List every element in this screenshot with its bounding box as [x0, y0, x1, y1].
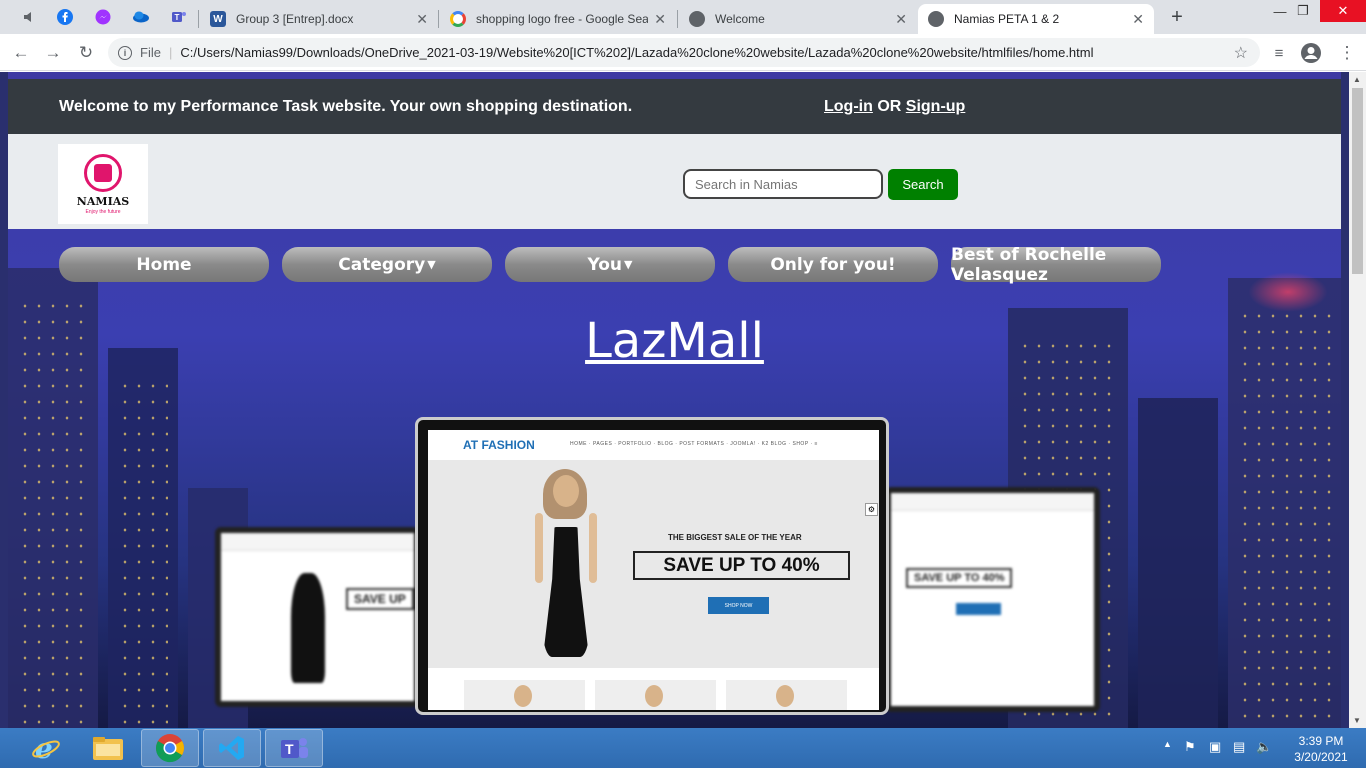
reading-list-icon[interactable]: ≡ — [1268, 42, 1290, 64]
close-icon[interactable]: ✕ — [654, 11, 666, 28]
back-icon[interactable]: ← — [10, 42, 32, 64]
word-icon: W — [210, 11, 226, 27]
nav-you[interactable]: You ▼ — [505, 247, 715, 282]
gear-icon: ⚙ — [865, 503, 878, 516]
browser-toolbar: ← → ↻ i File | C:/Users/Namias99/Downloa… — [0, 34, 1366, 71]
mockup-shop-button: SHOP NOW — [708, 597, 769, 614]
browser-tab-strip: T W Group 3 [Entrep].docx ✕ shopping log… — [0, 0, 1366, 34]
mockup-logo: AT FASHION — [463, 438, 535, 452]
speaker-icon[interactable] — [18, 6, 40, 28]
close-icon[interactable]: ✕ — [895, 11, 907, 28]
teams-icon[interactable]: T — [265, 729, 323, 767]
mockup-hero: THE BIGGEST SALE OF THE YEAR SAVE UP TO … — [428, 460, 879, 668]
nav-label: Home — [136, 254, 192, 275]
nav-home[interactable]: Home — [59, 247, 269, 282]
nav-category[interactable]: Category ▼ — [282, 247, 492, 282]
mockup-biggest-sale: THE BIGGEST SALE OF THE YEAR — [668, 533, 802, 542]
close-icon[interactable]: ✕ — [416, 11, 428, 28]
onedrive-icon[interactable] — [130, 6, 152, 28]
facebook-icon[interactable] — [54, 6, 76, 28]
search-button[interactable]: Search — [888, 169, 958, 200]
network-icon[interactable]: ▤ — [1233, 739, 1245, 755]
chevron-down-icon: ▼ — [624, 258, 633, 271]
action-center-flag-icon[interactable]: ⚑ — [1184, 739, 1196, 755]
login-link[interactable]: Log-in — [824, 98, 873, 115]
nav-label: Only for you! — [770, 254, 896, 275]
reload-icon[interactable]: ↻ — [75, 42, 97, 64]
svg-text:T: T — [285, 741, 294, 757]
nav-label: Category — [338, 254, 426, 275]
signup-link[interactable]: Sign-up — [906, 98, 966, 115]
scroll-down-icon[interactable]: ▼ — [1353, 716, 1361, 725]
scrollbar-thumb[interactable] — [1352, 88, 1363, 274]
mockup-menu: HOME · PAGES · PORTFOLIO · BLOG · POST F… — [570, 441, 818, 447]
close-icon[interactable]: ✕ — [1132, 11, 1144, 28]
tablet-mockup-right: SAVE UP TO 40% — [885, 487, 1100, 712]
url-text[interactable]: C:/Users/Namias99/Downloads/OneDrive_202… — [180, 45, 1233, 60]
globe-icon — [689, 11, 705, 27]
auth-links: Log-in OR Sign-up — [824, 98, 965, 116]
clock-time: 3:39 PM — [1298, 734, 1344, 748]
logo-tagline: Enjoy the future — [85, 208, 121, 215]
chevron-down-icon: ▼ — [427, 258, 436, 271]
messenger-icon[interactable] — [92, 6, 114, 28]
tab-welcome[interactable]: Welcome ✕ — [679, 4, 917, 34]
info-icon[interactable]: i — [118, 45, 132, 60]
globe-icon — [928, 11, 944, 27]
vertical-scrollbar[interactable]: ▲ ▼ — [1349, 72, 1366, 728]
search-input[interactable] — [683, 169, 883, 199]
tab-google-search[interactable]: shopping logo free - Google Sea ✕ — [440, 4, 676, 34]
bookmark-star-icon[interactable]: ☆ — [1234, 43, 1248, 63]
chrome-icon[interactable] — [141, 729, 199, 767]
top-welcome-bar: Welcome to my Performance Task website. … — [8, 79, 1341, 134]
ie-icon[interactable]: e — [17, 729, 75, 767]
web-page: Welcome to my Performance Task website. … — [0, 72, 1366, 728]
nav-label: Best of Rochelle Velasquez — [951, 244, 1107, 285]
lazmall-heading[interactable]: LazMall — [0, 313, 1349, 369]
tab-group3-docx[interactable]: W Group 3 [Entrep].docx ✕ — [200, 4, 438, 34]
tab-title: Namias PETA 1 & 2 — [954, 12, 1060, 26]
file-explorer-icon[interactable] — [79, 729, 137, 767]
address-bar[interactable]: i File | C:/Users/Namias99/Downloads/One… — [108, 38, 1260, 67]
close-window-icon[interactable]: ✕ — [1320, 0, 1366, 22]
or-text: OR — [877, 98, 902, 115]
laptop-mockup: AT FASHION HOME · PAGES · PORTFOLIO · BL… — [415, 417, 889, 715]
teams-icon[interactable]: T — [168, 6, 190, 28]
tab-title: shopping logo free - Google Sea — [476, 12, 649, 26]
nav-label: You — [587, 254, 623, 275]
taskbar-clock[interactable]: 3:39 PM 3/20/2021 — [1286, 733, 1356, 765]
tab-title: Group 3 [Entrep].docx — [236, 12, 354, 26]
device-icon[interactable]: ▣ — [1209, 739, 1221, 755]
menu-dots-icon[interactable]: ⋮ — [1336, 42, 1358, 64]
tab-title: Welcome — [715, 12, 765, 26]
volume-icon[interactable]: 🔈 — [1256, 739, 1272, 755]
mockup-save-text: SAVE UP TO 40% — [633, 551, 850, 580]
shopping-bag-icon — [84, 153, 122, 192]
show-hidden-icons-icon[interactable]: ▲ — [1163, 739, 1172, 749]
file-label: File — [140, 45, 161, 60]
tab-namias-peta[interactable]: Namias PETA 1 & 2 ✕ — [918, 4, 1154, 34]
logo-name: NAMIAS — [76, 194, 130, 208]
google-icon — [450, 11, 466, 27]
windows-taskbar: e T ▲ ⚑ ▣ ▤ 🔈 3:39 PM 3/20/2021 — [0, 728, 1366, 768]
nav-only-for-you[interactable]: Only for you! — [728, 247, 938, 282]
new-tab-icon[interactable]: + — [1166, 6, 1188, 28]
profile-icon[interactable] — [1300, 42, 1322, 64]
svg-text:T: T — [175, 13, 180, 22]
tablet-mockup-left: SAVE UP — [215, 527, 420, 707]
forward-icon[interactable]: → — [42, 42, 64, 64]
site-header: NAMIAS Enjoy the future Search — [8, 134, 1341, 229]
scroll-up-icon[interactable]: ▲ — [1353, 75, 1361, 84]
model-image — [513, 469, 623, 660]
namias-logo[interactable]: NAMIAS Enjoy the future — [58, 144, 148, 224]
vscode-icon[interactable] — [203, 729, 261, 767]
mockup-screen: AT FASHION HOME · PAGES · PORTFOLIO · BL… — [428, 430, 879, 710]
welcome-text: Welcome to my Performance Task website. … — [59, 98, 633, 115]
left-save-text: SAVE UP — [346, 588, 414, 610]
clock-date: 3/20/2021 — [1294, 750, 1348, 764]
right-save-text: SAVE UP TO 40% — [906, 568, 1013, 588]
nav-best-of-rochelle[interactable]: Best of Rochelle Velasquez — [951, 244, 1161, 285]
divider: | — [168, 45, 173, 60]
